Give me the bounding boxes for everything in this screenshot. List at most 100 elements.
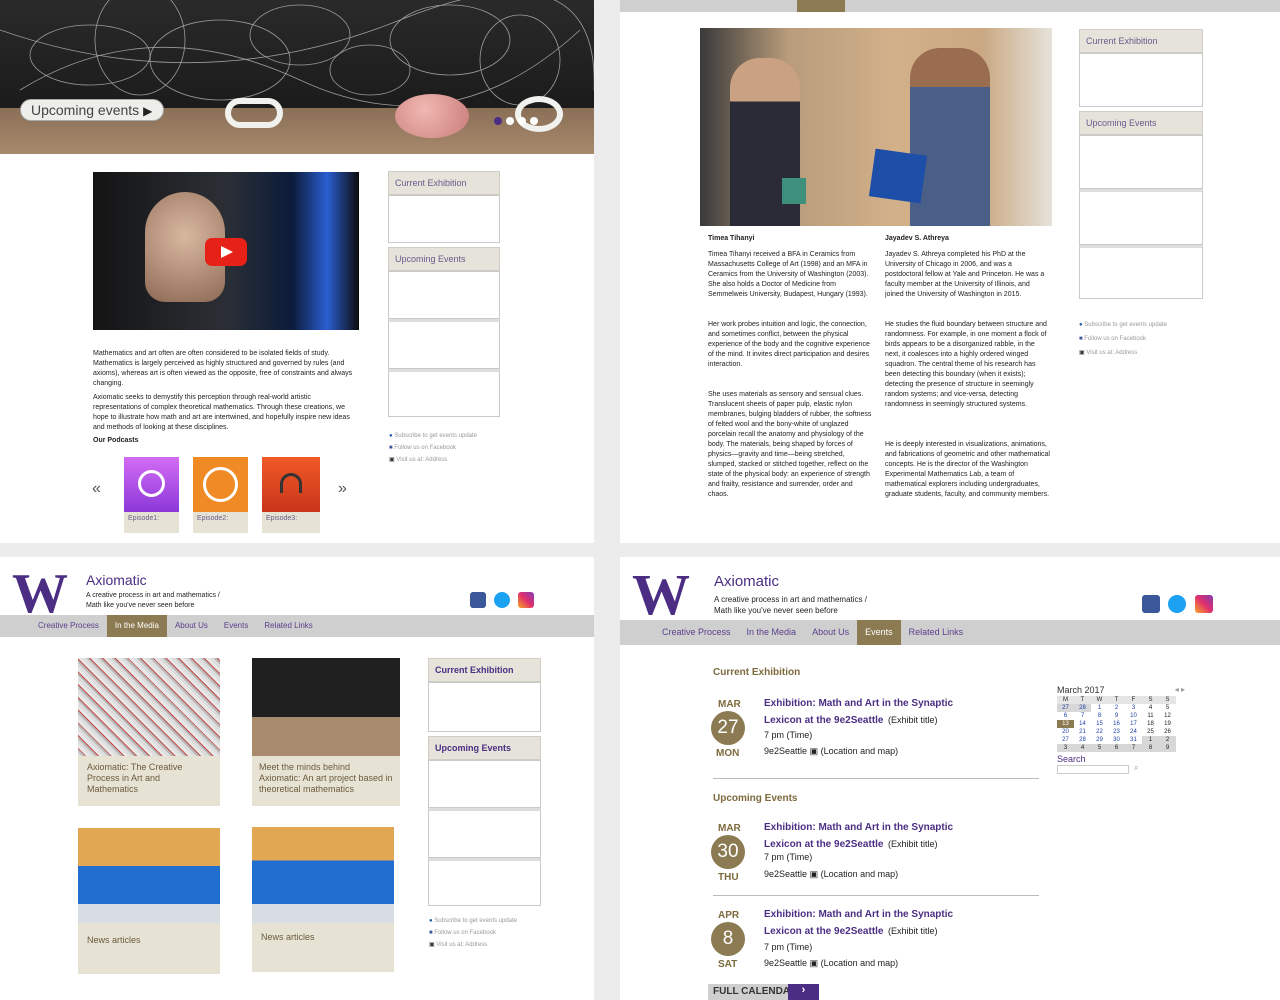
media-card-1[interactable]: Axiomatic: The Creative Process in Art a… [78,658,220,806]
nav-about-active[interactable] [797,0,845,12]
calendar-day[interactable]: 26 [1159,728,1176,736]
upcoming-events-button[interactable]: Upcoming events ▶ [20,99,164,121]
nav-events[interactable]: Events [216,615,256,630]
calendar-day[interactable]: 13 [1057,720,1074,728]
uw-logo[interactable]: W [12,566,68,622]
facebook-link-3[interactable]: ■ Follow us on Facebook [429,927,517,939]
calendar-day[interactable]: 22 [1091,728,1108,736]
carousel-dot-4[interactable] [530,117,538,125]
calendar-day[interactable]: 8 [1091,712,1108,720]
calendar-day[interactable]: 15 [1091,720,1108,728]
calendar-day[interactable]: 27 [1057,704,1074,712]
carousel-dot-1[interactable] [494,117,502,125]
event-2-title[interactable]: Exhibition: Math and Art in the Synaptic… [764,822,1014,852]
nav-in-the-media[interactable]: In the Media [739,620,805,637]
event-1-location[interactable]: 9e2Seattle ▣ (Location and map) [764,746,898,757]
calendar-day[interactable]: 16 [1108,720,1125,728]
calendar-day[interactable]: 30 [1108,736,1125,744]
calendar-prev-icon[interactable]: ◂ [1175,685,1179,694]
event-1-title[interactable]: Exhibition: Math and Art in the Synaptic… [764,698,1014,728]
calendar-search-input[interactable]: ⌕ [1057,763,1138,774]
calendar-day[interactable]: 4 [1142,704,1159,712]
calendar-day[interactable]: 27 [1057,736,1074,744]
event-3-location[interactable]: 9e2Seattle ▣ (Location and map) [764,958,898,969]
calendar-day[interactable]: 18 [1142,720,1159,728]
calendar-day[interactable]: 3 [1057,744,1074,752]
calendar-day[interactable]: 7 [1125,744,1142,752]
youtube-play-icon[interactable] [205,238,247,266]
calendar-day[interactable]: 5 [1159,704,1176,712]
upcoming-events-heading-2[interactable]: Upcoming Events [1079,111,1203,135]
calendar-day[interactable]: 29 [1091,736,1108,744]
address-link[interactable]: ▣ Visit us at: Address [389,454,477,466]
event-3-title[interactable]: Exhibition: Math and Art in the Synaptic… [764,909,1014,939]
calendar-day[interactable]: 3 [1125,704,1142,712]
media-card-3[interactable]: News articles [78,828,220,974]
calendar-day[interactable]: 19 [1159,720,1176,728]
carousel-dot-3[interactable] [518,117,526,125]
nav-related-links[interactable]: Related Links [901,620,972,637]
calendar-day[interactable]: 31 [1125,736,1142,744]
podcast-episode-2[interactable]: Episode2: [193,457,248,533]
calendar-day[interactable]: 7 [1074,712,1091,720]
address-link-2[interactable]: ▣ Visit us at: Address [1079,346,1167,360]
media-card-2[interactable]: Meet the minds behind Axiomatic: An art … [252,658,400,806]
podcast-next-arrow[interactable]: » [338,480,347,498]
event-2-location[interactable]: 9e2Seattle ▣ (Location and map) [764,869,898,880]
subscribe-link-2[interactable]: ● Subscribe to get events update [1079,318,1167,332]
video-player[interactable] [93,172,359,330]
nav-in-the-media[interactable]: In the Media [106,615,167,637]
calendar-day[interactable]: 17 [1125,720,1142,728]
current-exhibition-heading[interactable]: Current Exhibition [388,171,500,195]
site-title[interactable]: Axiomatic [714,573,779,590]
media-card-4[interactable]: News articles [252,827,394,972]
calendar-day[interactable]: 14 [1074,720,1091,728]
calendar-day[interactable]: 6 [1108,744,1125,752]
subscribe-link[interactable]: ● Subscribe to get events update [389,430,477,442]
current-exhibition-heading-3[interactable]: Current Exhibition [428,658,541,682]
calendar-day[interactable]: 6 [1057,712,1074,720]
calendar-day[interactable]: 9 [1159,744,1176,752]
twitter-icon[interactable] [1168,595,1186,613]
calendar-day[interactable]: 28 [1074,704,1091,712]
instagram-icon[interactable] [518,592,534,608]
site-title[interactable]: Axiomatic [86,572,147,588]
podcast-episode-3[interactable]: Episode3: [262,457,320,533]
calendar-day[interactable]: 2 [1108,704,1125,712]
carousel-dot-2[interactable] [506,117,514,125]
upcoming-events-heading-3[interactable]: Upcoming Events [428,736,541,760]
nav-about-us[interactable]: About Us [167,615,216,630]
facebook-link-2[interactable]: ■ Follow us on Facebook [1079,332,1167,346]
facebook-icon[interactable] [1142,595,1160,613]
calendar-day[interactable]: 10 [1125,712,1142,720]
calendar-day[interactable]: 23 [1108,728,1125,736]
calendar-day[interactable]: 9 [1108,712,1125,720]
podcast-episode-1[interactable]: Episode1: [124,457,179,533]
nav-about-us[interactable]: About Us [804,620,857,637]
calendar-day[interactable]: 11 [1142,712,1159,720]
calendar-day[interactable]: 28 [1074,736,1091,744]
full-calendar-button[interactable]: FULL CALENDAR › [708,984,819,1000]
subscribe-link-3[interactable]: ● Subscribe to get events update [429,915,517,927]
nav-creative-process[interactable]: Creative Process [654,620,739,637]
podcast-prev-arrow[interactable]: « [92,480,101,498]
address-link-3[interactable]: ▣ Visit us at: Address [429,939,517,951]
nav-related-links[interactable]: Related Links [256,615,320,630]
nav-events[interactable]: Events [857,620,901,645]
current-exhibition-heading-2[interactable]: Current Exhibition [1079,29,1203,53]
search-icon[interactable]: ⌕ [1134,763,1138,773]
calendar-day[interactable]: 1 [1142,736,1159,744]
nav-creative-process[interactable]: Creative Process [30,615,107,630]
instagram-icon[interactable] [1195,595,1213,613]
calendar-day[interactable]: 20 [1057,728,1074,736]
calendar-day[interactable]: 12 [1159,712,1176,720]
calendar-day[interactable]: 25 [1142,728,1159,736]
calendar-next-icon[interactable]: ▸ [1181,685,1185,694]
calendar-day[interactable]: 2 [1159,736,1176,744]
facebook-icon[interactable] [470,592,486,608]
calendar-day[interactable]: 21 [1074,728,1091,736]
calendar-day[interactable]: 24 [1125,728,1142,736]
mini-calendar[interactable]: March 2017 ◂ ▸ MTWTFSS 27 28 1 2 3 4 5 6 7 8 9 10 11 1… [1057,685,1185,774]
calendar-day[interactable]: 4 [1074,744,1091,752]
twitter-icon[interactable] [494,592,510,608]
